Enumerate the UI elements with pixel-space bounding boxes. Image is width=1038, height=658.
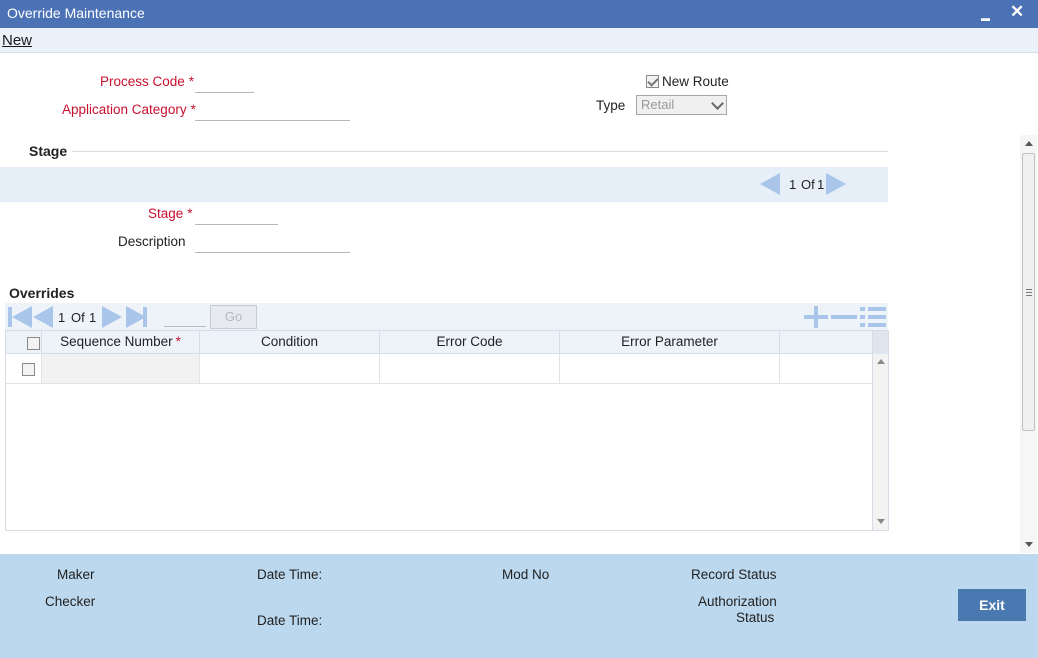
column-sequence-number[interactable]: Sequence Number * bbox=[42, 331, 200, 354]
overrides-toolbar: 1 Of 1 bbox=[5, 303, 888, 330]
last-page-icon[interactable] bbox=[143, 307, 147, 327]
scroll-up-icon[interactable] bbox=[877, 359, 885, 364]
window-title: Override Maintenance bbox=[7, 5, 145, 21]
scroll-down-icon[interactable] bbox=[877, 519, 885, 524]
row-checkbox[interactable] bbox=[22, 363, 35, 376]
column-error-parameter[interactable]: Error Parameter bbox=[560, 331, 780, 354]
page-scroll-thumb[interactable] bbox=[1022, 153, 1035, 431]
mod-no-label: Mod No bbox=[502, 567, 550, 582]
menu-bar: New bbox=[0, 28, 1038, 53]
select-all-checkbox[interactable] bbox=[27, 337, 40, 350]
page-scroll-up-icon[interactable] bbox=[1025, 141, 1033, 146]
overrides-pager-of: Of bbox=[71, 310, 85, 325]
stage-label: Stage * bbox=[148, 206, 193, 221]
page-scrollbar[interactable] bbox=[1020, 135, 1037, 553]
next-page-icon[interactable] bbox=[102, 306, 122, 328]
maker-date-time-label: Date Time: bbox=[257, 567, 323, 582]
go-button[interactable]: Go bbox=[210, 305, 257, 329]
page-scroll-down-icon[interactable] bbox=[1025, 542, 1033, 547]
table-row bbox=[6, 354, 872, 384]
audit-footer: Maker Checker Date Time: Date Time: Mod … bbox=[0, 554, 1038, 658]
description-label: Description bbox=[118, 234, 186, 249]
chevron-down-icon bbox=[711, 97, 724, 110]
overrides-pager-current: 1 bbox=[58, 310, 66, 325]
column-spacer bbox=[780, 331, 872, 354]
grid-scrollbar[interactable] bbox=[872, 331, 888, 530]
list-view-icon[interactable] bbox=[860, 305, 886, 329]
select-all-cell bbox=[6, 331, 42, 354]
first-page-arrow-icon[interactable] bbox=[12, 306, 32, 328]
next-arrow-icon[interactable] bbox=[826, 173, 846, 195]
overrides-pager-total: 1 bbox=[89, 310, 97, 325]
stage-pager: 1 Of 1 bbox=[0, 167, 888, 202]
stage-input[interactable] bbox=[195, 205, 278, 225]
grid-header: Sequence Number * Condition Error Code Er… bbox=[6, 331, 872, 354]
checker-date-time-label: Date Time: bbox=[257, 613, 323, 628]
previous-page-icon[interactable] bbox=[33, 306, 53, 328]
application-category-input[interactable] bbox=[195, 101, 350, 121]
overrides-grid: Sequence Number * Condition Error Code Er… bbox=[5, 330, 889, 531]
row-select-cell bbox=[6, 354, 42, 383]
stage-pager-current: 1 bbox=[789, 177, 797, 192]
record-status-label: Record Status bbox=[691, 567, 777, 582]
add-row-icon[interactable] bbox=[804, 306, 828, 328]
condition-cell[interactable] bbox=[200, 354, 380, 383]
delete-row-icon[interactable] bbox=[831, 306, 857, 328]
column-condition[interactable]: Condition bbox=[200, 331, 380, 354]
error-parameter-cell[interactable] bbox=[560, 354, 780, 383]
maker-label: Maker bbox=[57, 567, 95, 582]
new-link[interactable]: New bbox=[2, 32, 32, 49]
stage-pager-of: Of bbox=[801, 177, 815, 192]
type-label: Type bbox=[596, 98, 626, 113]
overrides-section-title: Overrides bbox=[9, 285, 75, 301]
stage-pager-total: 1 bbox=[817, 177, 825, 192]
process-code-label: Process Code * bbox=[100, 74, 195, 89]
exit-button[interactable]: Exit bbox=[958, 589, 1026, 621]
type-select[interactable]: Retail bbox=[636, 95, 727, 115]
checker-label: Checker bbox=[45, 594, 96, 609]
authorization-status-label-line1: Authorization bbox=[698, 594, 777, 609]
previous-arrow-icon[interactable] bbox=[760, 173, 780, 195]
window-titlebar: Override Maintenance ▬ ✕ bbox=[0, 0, 1038, 28]
error-code-cell[interactable] bbox=[380, 354, 560, 383]
close-icon[interactable]: ✕ bbox=[1010, 2, 1024, 22]
grid-scroll-header bbox=[873, 331, 888, 354]
application-category-label: Application Category * bbox=[62, 102, 196, 117]
new-route-checkbox[interactable] bbox=[646, 75, 659, 88]
column-error-code[interactable]: Error Code bbox=[380, 331, 560, 354]
type-select-value: Retail bbox=[641, 97, 675, 112]
grip-icon bbox=[1026, 289, 1032, 290]
authorization-status-label-line2: Status bbox=[736, 610, 775, 625]
new-route-label: New Route bbox=[662, 74, 729, 89]
go-page-input[interactable] bbox=[164, 305, 206, 327]
sequence-number-cell[interactable] bbox=[42, 354, 200, 383]
stage-divider bbox=[72, 151, 888, 152]
stage-section-title: Stage bbox=[29, 143, 68, 159]
description-input[interactable] bbox=[195, 233, 350, 253]
process-code-input[interactable] bbox=[195, 73, 254, 93]
minimize-icon[interactable]: ▬ bbox=[981, 8, 990, 28]
